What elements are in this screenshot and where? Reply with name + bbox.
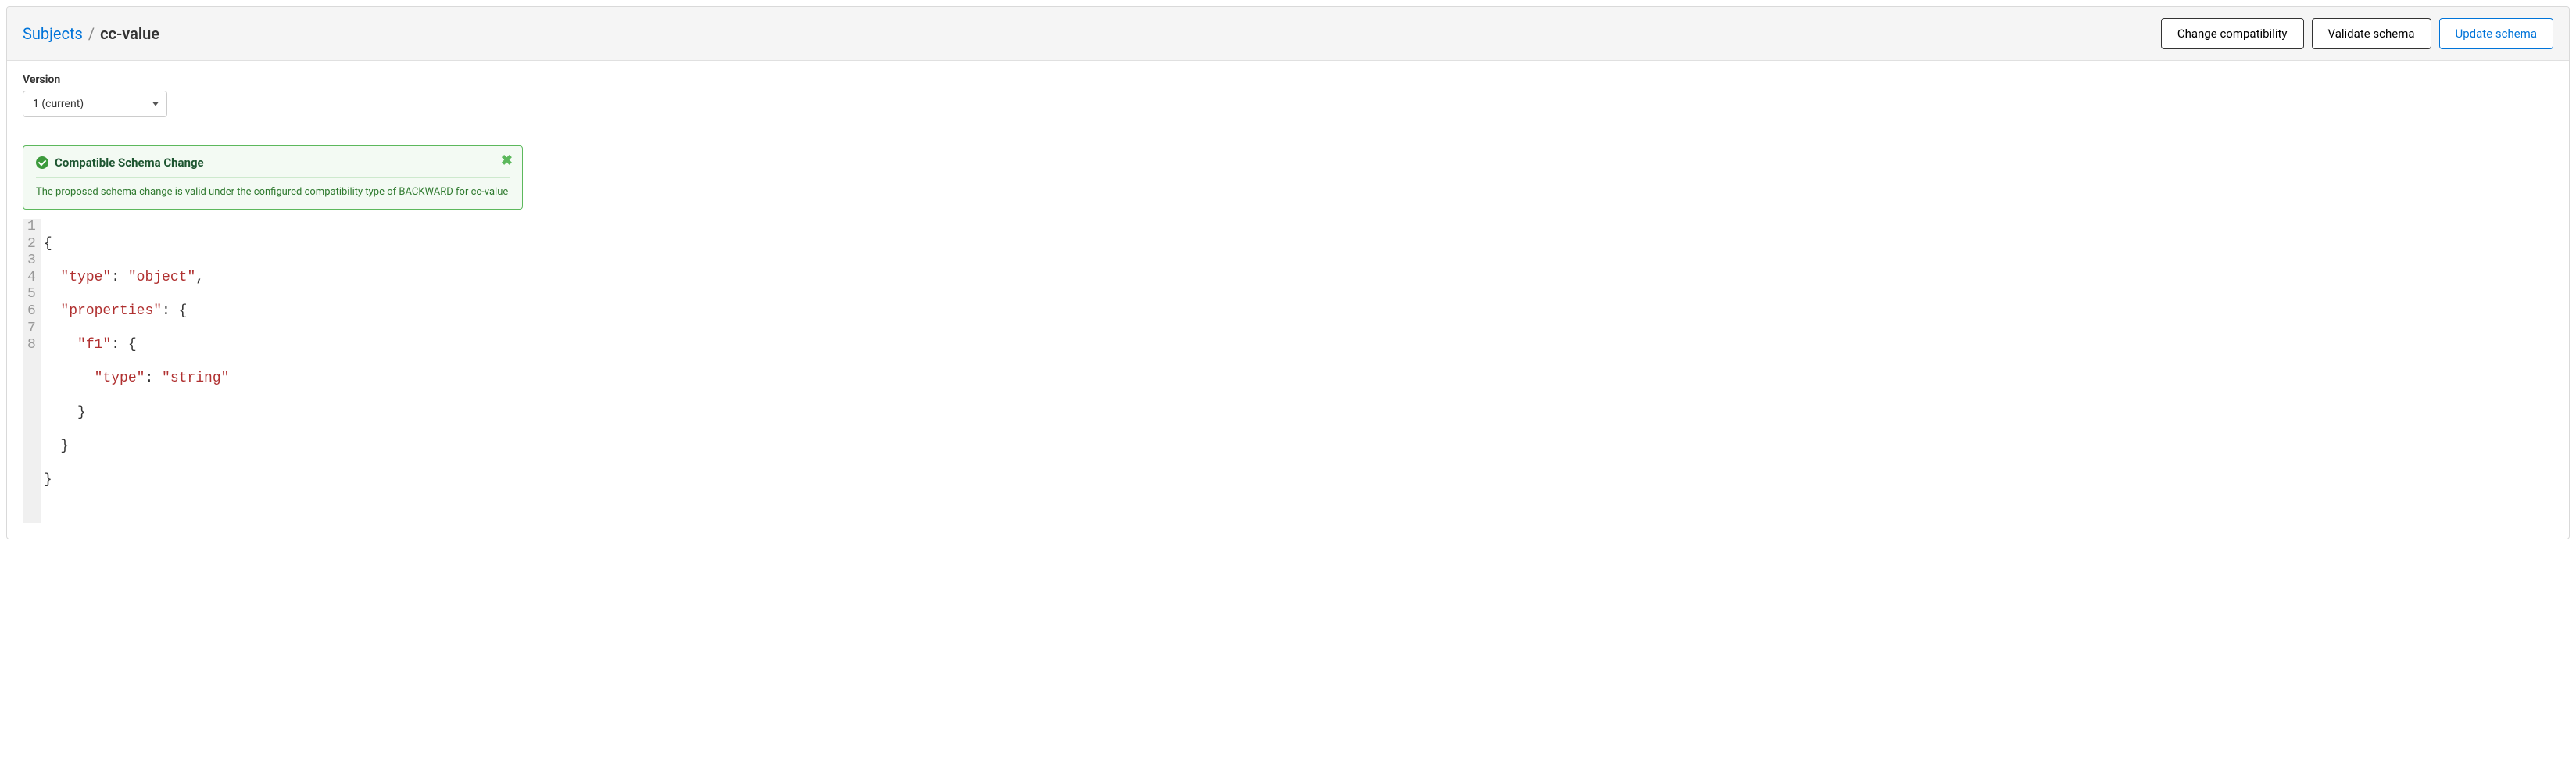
- header-actions: Change compatibility Validate schema Upd…: [2161, 18, 2553, 49]
- breadcrumb-root-link[interactable]: Subjects: [23, 24, 83, 43]
- breadcrumb: Subjects / cc-value: [23, 24, 159, 43]
- panel-header: Subjects / cc-value Change compatibility…: [7, 7, 2569, 61]
- code-line: }: [44, 405, 230, 422]
- code-line: "type": "string": [44, 371, 230, 388]
- code-line: }: [44, 439, 230, 456]
- schema-editor[interactable]: 1 2 3 4 5 6 7 8 { "type": "object", "pro…: [23, 219, 2553, 523]
- line-number: 7: [27, 321, 36, 338]
- code-line: }: [44, 472, 230, 489]
- chevron-down-icon: [152, 102, 159, 106]
- check-circle-icon: [36, 156, 48, 169]
- breadcrumb-current: cc-value: [100, 24, 159, 43]
- line-number: 3: [27, 253, 36, 270]
- validation-alert: Compatible Schema Change The proposed sc…: [23, 145, 523, 210]
- alert-message: The proposed schema change is valid unde…: [36, 186, 510, 198]
- version-select-value: 1 (current): [33, 98, 84, 110]
- alert-header: Compatible Schema Change: [36, 156, 510, 178]
- code-line: "f1": {: [44, 337, 230, 354]
- version-select[interactable]: 1 (current): [23, 91, 167, 117]
- validate-schema-button[interactable]: Validate schema: [2312, 18, 2431, 49]
- change-compatibility-button[interactable]: Change compatibility: [2161, 18, 2304, 49]
- code-line: {: [44, 236, 230, 253]
- panel-body: Version 1 (current) Compatible Schema Ch…: [7, 61, 2569, 539]
- code-area[interactable]: { "type": "object", "properties": { "f1"…: [41, 219, 230, 523]
- schema-panel: Subjects / cc-value Change compatibility…: [6, 6, 2570, 539]
- line-number: 6: [27, 303, 36, 321]
- update-schema-button[interactable]: Update schema: [2439, 18, 2553, 49]
- line-number: 4: [27, 270, 36, 287]
- line-number: 2: [27, 236, 36, 253]
- line-number-gutter: 1 2 3 4 5 6 7 8: [23, 219, 41, 523]
- line-number: 1: [27, 219, 36, 236]
- version-label: Version: [23, 73, 2553, 86]
- code-line: "type": "object",: [44, 270, 230, 287]
- breadcrumb-separator: /: [88, 24, 95, 43]
- line-number: 8: [27, 337, 36, 354]
- alert-title: Compatible Schema Change: [55, 156, 204, 170]
- code-line: "properties": {: [44, 303, 230, 321]
- line-number: 5: [27, 286, 36, 303]
- close-icon[interactable]: ✖: [501, 154, 513, 168]
